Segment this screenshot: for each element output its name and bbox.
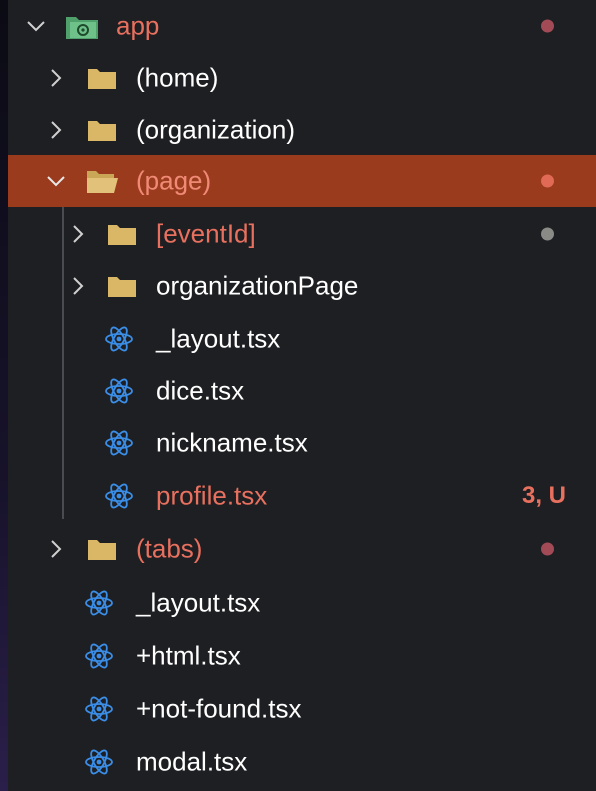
file-label-profile: profile.tsx xyxy=(156,480,268,511)
folder-label-organization: (organization) xyxy=(136,114,295,145)
react-file-icon xyxy=(84,588,114,618)
folder-icon xyxy=(86,65,118,91)
react-file-icon xyxy=(84,694,114,724)
folder-icon xyxy=(86,536,118,562)
folder-icon xyxy=(86,117,118,143)
tree-row-modal[interactable]: modal.tsx xyxy=(8,736,596,788)
react-file-icon xyxy=(104,428,134,458)
file-label-root-layout: _layout.tsx xyxy=(136,587,261,618)
status-dot xyxy=(541,227,554,241)
chevron-right-icon[interactable] xyxy=(64,220,92,248)
file-label-not-found: +not-found.tsx xyxy=(136,693,302,724)
react-file-icon xyxy=(84,641,114,671)
tree-row-page-layout[interactable]: _layout.tsx xyxy=(8,313,596,365)
file-label-nickname: nickname.tsx xyxy=(156,427,308,458)
tree-row-root-layout[interactable]: _layout.tsx xyxy=(8,577,596,629)
file-label-page-layout: _layout.tsx xyxy=(156,323,281,354)
tree-row-not-found[interactable]: +not-found.tsx xyxy=(8,683,596,735)
tree-row-organizationpage[interactable]: organizationPage xyxy=(8,260,596,312)
react-file-icon xyxy=(104,481,134,511)
chevron-down-icon[interactable] xyxy=(22,12,50,40)
react-file-icon xyxy=(104,376,134,406)
file-label-modal: modal.tsx xyxy=(136,746,248,777)
tree-row-nickname[interactable]: nickname.tsx xyxy=(8,417,596,469)
tree-row-organization[interactable]: (organization) xyxy=(8,104,596,156)
tree-row-profile[interactable]: profile.tsx 3, U xyxy=(8,470,596,522)
tree-row-home[interactable]: (home) xyxy=(8,52,596,104)
tree-row-html[interactable]: +html.tsx xyxy=(8,630,596,682)
app-folder-label: app xyxy=(116,10,160,41)
file-label-html: +html.tsx xyxy=(136,640,241,671)
folder-label-home: (home) xyxy=(136,62,219,93)
react-file-icon xyxy=(84,747,114,777)
folder-label-tabs: (tabs) xyxy=(136,533,203,564)
modified-dot xyxy=(541,19,554,33)
modified-dot xyxy=(541,542,554,556)
modified-dot xyxy=(541,174,554,188)
chevron-down-icon[interactable] xyxy=(42,167,70,195)
problems-badge: 3, U xyxy=(521,482,566,509)
chevron-right-icon[interactable] xyxy=(42,64,70,92)
chevron-right-icon[interactable] xyxy=(64,272,92,300)
file-label-dice: dice.tsx xyxy=(156,375,245,406)
folder-icon xyxy=(106,273,138,299)
chevron-right-icon[interactable] xyxy=(42,116,70,144)
folder-label-eventid: [eventId] xyxy=(156,218,256,249)
file-explorer-tree: app (home) (organization) (page) [eventI… xyxy=(8,0,596,791)
react-file-icon xyxy=(104,324,134,354)
tree-row-tabs[interactable]: (tabs) xyxy=(8,523,596,575)
chevron-right-icon[interactable] xyxy=(42,535,70,563)
folder-label-page: (page) xyxy=(136,165,212,196)
tree-row-eventid[interactable]: [eventId] xyxy=(8,208,596,260)
folder-open-icon xyxy=(84,167,120,195)
folder-label-organizationpage: organizationPage xyxy=(156,270,359,301)
tree-row-app[interactable]: app xyxy=(8,0,596,52)
app-folder-icon xyxy=(64,11,100,41)
tree-row-page[interactable]: (page) xyxy=(8,155,596,207)
tree-row-dice[interactable]: dice.tsx xyxy=(8,365,596,417)
folder-icon xyxy=(106,221,138,247)
